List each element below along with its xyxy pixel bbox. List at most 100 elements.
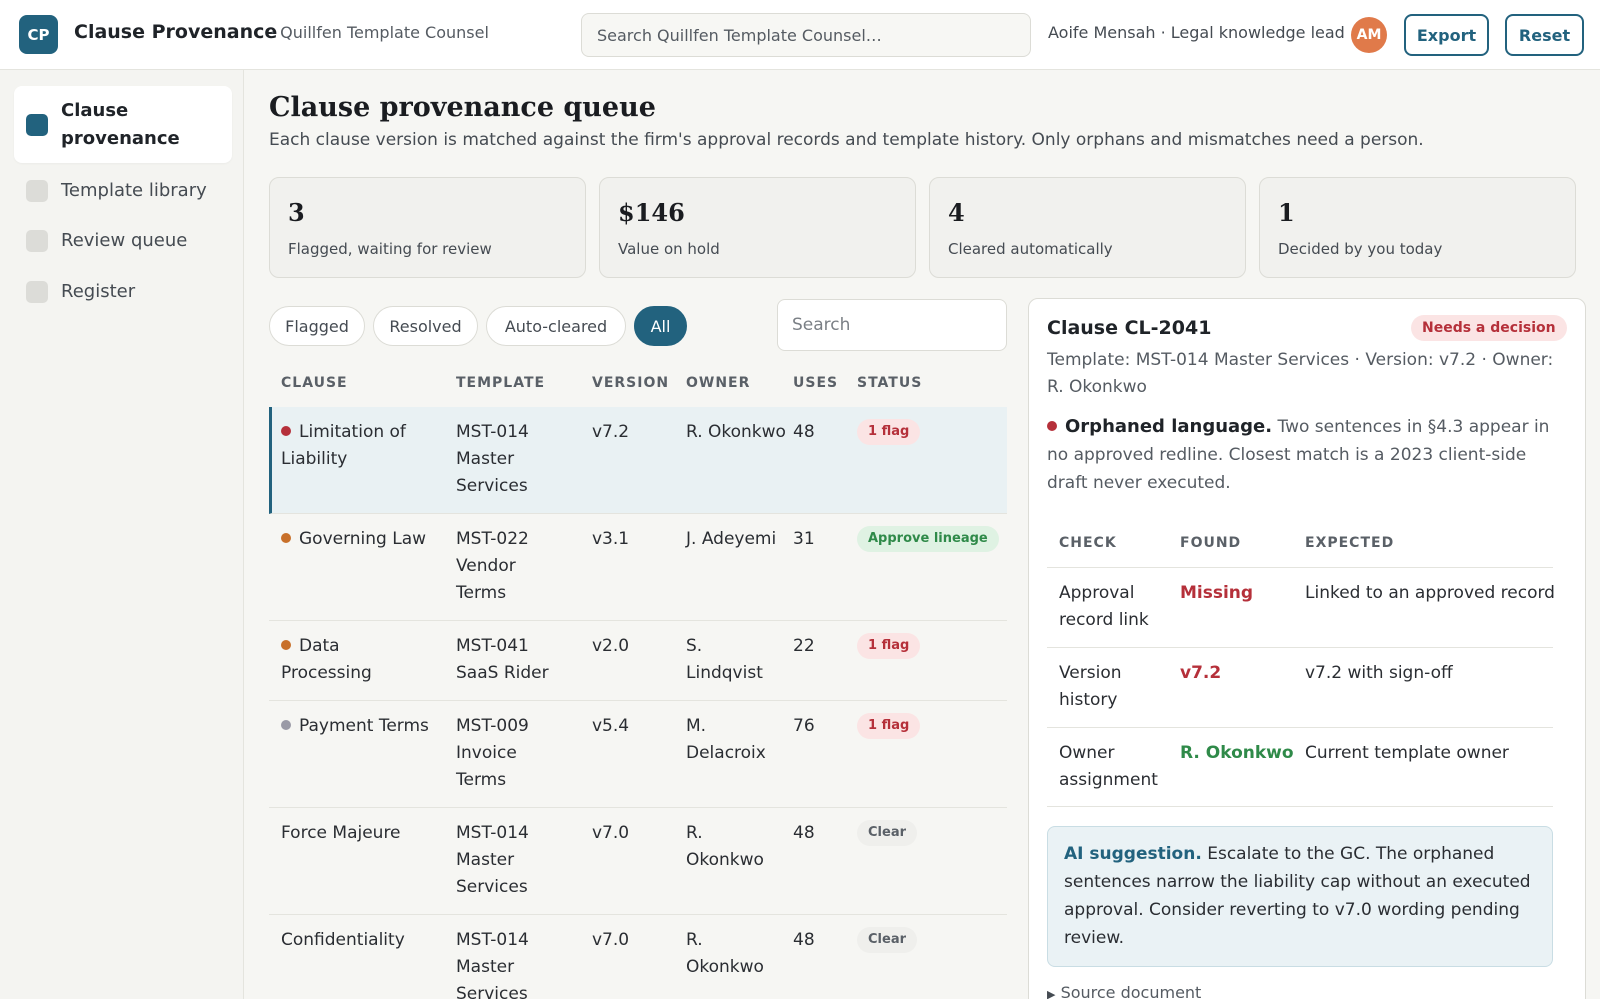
cell-version: v7.2	[592, 422, 630, 442]
column-header-status: STATUS	[857, 375, 923, 391]
sidebar-item-review-queue[interactable]: Review queue	[14, 223, 232, 259]
found-column-header: FOUND	[1180, 535, 1242, 551]
table-row[interactable]: Limitation of Liability MST-014 Master S…	[269, 407, 1007, 514]
stat-label: Value on hold	[618, 240, 720, 258]
stat-card-cleared: 4 Cleared automatically	[929, 177, 1246, 278]
check-column-header: CHECK	[1059, 535, 1117, 551]
stat-label: Decided by you today	[1278, 240, 1443, 258]
cell-clause: Governing Law	[281, 526, 441, 553]
cell-owner: S. Lindqvist	[686, 636, 763, 683]
expected-column-header: EXPECTED	[1305, 535, 1395, 551]
stat-value: 3	[288, 198, 305, 227]
cell-clause: Force Majeure	[281, 823, 401, 843]
cell-version: v7.0	[592, 823, 630, 843]
check-row: Version history v7.2 v7.2 with sign-off	[1047, 647, 1553, 727]
cell-uses: 76	[793, 716, 815, 736]
column-header-owner: OWNER	[686, 375, 751, 391]
sidebar: Clause provenance Template library Revie…	[0, 70, 244, 999]
status-dot-icon	[281, 720, 291, 730]
sidebar-item-label: Clause provenance	[61, 99, 180, 149]
cell-template: MST-014 Master Services	[456, 930, 529, 999]
filter-auto-cleared[interactable]: Auto-cleared	[486, 306, 626, 346]
table-row[interactable]: Confidentiality MST-014 Master Services …	[269, 915, 1007, 999]
check-name: Approval record link	[1059, 583, 1149, 630]
column-header-template: TEMPLATE	[456, 375, 546, 391]
check-expected: v7.2 with sign-off	[1305, 663, 1453, 683]
status-dot-icon	[281, 640, 291, 650]
check-name: Version history	[1059, 663, 1122, 710]
cell-version: v7.0	[592, 930, 630, 950]
top-header: CP Clause Provenance · Quillfen Template…	[0, 0, 1600, 70]
status-dot-icon	[281, 533, 291, 543]
nav-square-icon	[26, 180, 48, 202]
cell-template: MST-041 SaaS Rider	[456, 636, 549, 683]
detail-meta: Template: MST-014 Master Services · Vers…	[1047, 350, 1554, 397]
cell-template: MST-014 Master Services	[456, 823, 529, 897]
check-name: Owner assignment	[1059, 743, 1158, 790]
cell-uses: 31	[793, 529, 815, 549]
table-row[interactable]: Governing Law MST-022 Vendor Terms v3.1 …	[269, 514, 1007, 621]
filter-resolved[interactable]: Resolved	[373, 306, 478, 346]
stat-label: Flagged, waiting for review	[288, 240, 492, 258]
cell-uses: 48	[793, 823, 815, 843]
sidebar-item-clause-provenance[interactable]: Clause provenance	[14, 86, 232, 163]
status-dot-icon	[1047, 421, 1057, 431]
cell-owner: M. Delacroix	[686, 716, 766, 763]
cell-template: MST-009 Invoice Terms	[456, 716, 529, 790]
page-subtitle: Each clause version is matched against t…	[269, 130, 1424, 150]
filter-all[interactable]: All	[634, 306, 687, 346]
finding-title: Orphaned language.	[1065, 416, 1273, 437]
global-search-input[interactable]	[581, 13, 1031, 57]
column-header-version: VERSION	[592, 375, 670, 391]
stat-value: 1	[1278, 198, 1295, 227]
table-search-input[interactable]	[777, 299, 1007, 351]
sidebar-item-template-library[interactable]: Template library	[14, 173, 232, 209]
check-found: Missing	[1180, 583, 1254, 603]
cell-owner: R. Okonkwo	[686, 823, 764, 870]
table-row[interactable]: Data Processing MST-041 SaaS Rider v2.0 …	[269, 621, 1007, 701]
cell-clause: Payment Terms	[281, 713, 446, 740]
app-name: Clause Provenance	[74, 21, 278, 43]
decision-badge: Needs a decision	[1411, 315, 1567, 341]
status-badge: 1 flag	[857, 419, 921, 445]
status-badge: Approve lineage	[857, 526, 999, 552]
finding-description: Orphaned language. Two sentences in §4.3…	[1047, 413, 1562, 497]
cell-clause: Data Processing	[281, 633, 411, 687]
cell-template: MST-022 Vendor Terms	[456, 529, 529, 603]
sidebar-item-label: Review queue	[61, 230, 188, 251]
export-button[interactable]: Export	[1404, 14, 1489, 56]
table-row[interactable]: Force Majeure MST-014 Master Services v7…	[269, 808, 1007, 915]
user-name: Aoife Mensah · Legal knowledge lead	[1048, 23, 1345, 42]
cell-uses: 48	[793, 422, 815, 442]
status-badge: 1 flag	[857, 713, 921, 739]
table-row[interactable]: Payment Terms MST-009 Invoice Terms v5.4…	[269, 701, 1007, 808]
clause-detail-panel: Clause CL-2041 Needs a decision Template…	[1028, 298, 1586, 999]
column-header-clause: CLAUSE	[281, 375, 348, 391]
filter-flagged[interactable]: Flagged	[269, 306, 365, 346]
stat-card-flagged: 3 Flagged, waiting for review	[269, 177, 586, 278]
triangle-right-icon: ▶	[1047, 988, 1056, 999]
workspace-name: · Quillfen Template Counsel	[270, 23, 489, 42]
ai-suggestion-box: AI suggestion. Escalate to the GC. The o…	[1047, 826, 1553, 967]
sidebar-item-register[interactable]: Register	[14, 274, 232, 310]
check-found: v7.2	[1180, 663, 1222, 683]
cell-uses: 48	[793, 930, 815, 950]
status-badge: 1 flag	[857, 633, 921, 659]
clause-name: Data Processing	[281, 636, 372, 683]
status-badge: Clear	[857, 927, 917, 953]
check-expected: Current template owner	[1305, 743, 1509, 763]
clause-name: Payment Terms	[299, 716, 429, 736]
cell-uses: 22	[793, 636, 815, 656]
app-logo: CP	[19, 15, 58, 54]
stat-value: 4	[948, 198, 965, 227]
nav-square-icon	[26, 281, 48, 303]
cell-clause: Confidentiality	[281, 930, 405, 950]
source-document-toggle[interactable]: ▶ Source document	[1047, 983, 1201, 999]
clause-name: Limitation of Liability	[281, 422, 406, 469]
avatar[interactable]: AM	[1351, 17, 1387, 53]
reset-button[interactable]: Reset	[1505, 14, 1584, 56]
column-header-uses: USES	[793, 375, 839, 391]
check-found: R. Okonkwo	[1180, 743, 1294, 763]
sidebar-item-label: Register	[61, 281, 136, 302]
status-dot-icon	[281, 426, 291, 436]
